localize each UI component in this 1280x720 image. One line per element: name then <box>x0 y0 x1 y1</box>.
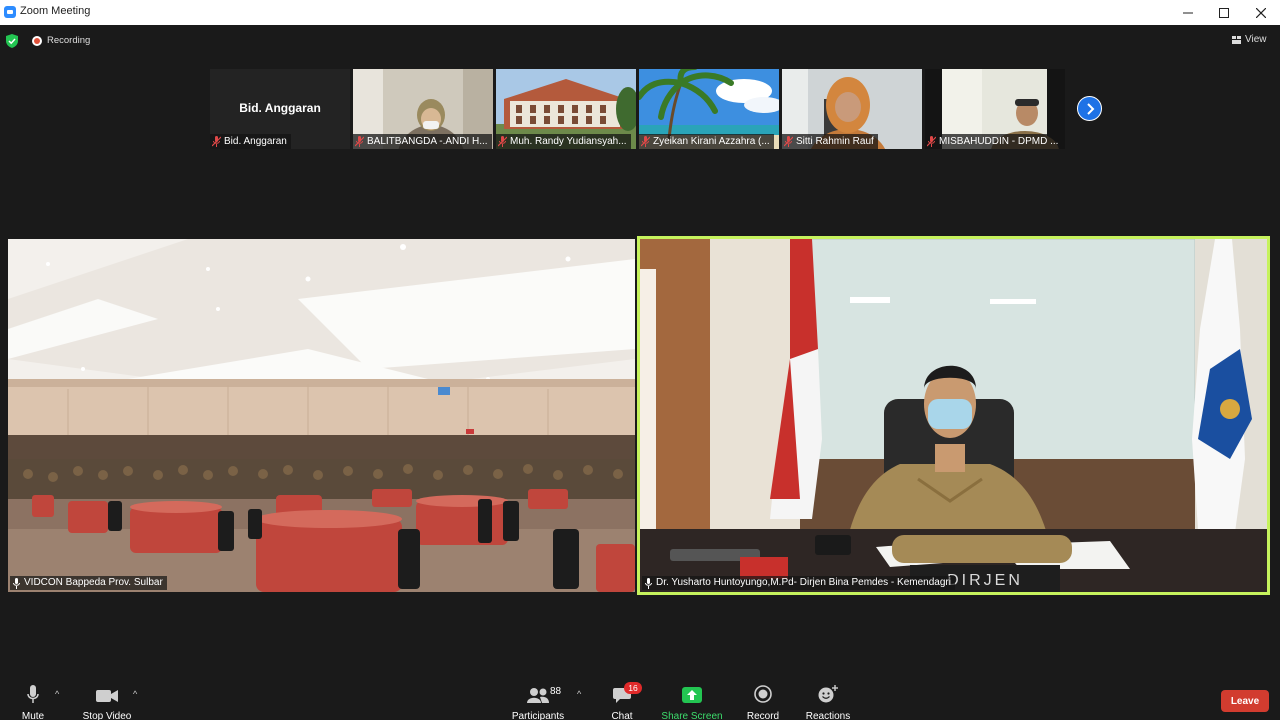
participant-name-label: Sitti Rahmin Rauf <box>782 134 878 149</box>
record-dot-icon <box>32 35 42 46</box>
video-options-caret[interactable]: ^ <box>133 689 137 699</box>
participant-display-name: Bid. Anggaran <box>239 101 321 115</box>
stop-video-label: Stop Video <box>82 711 132 720</box>
view-button[interactable]: View <box>1232 34 1267 45</box>
mic-icon <box>645 577 652 589</box>
window-title: Zoom Meeting <box>20 5 91 17</box>
zoom-app-icon <box>4 6 16 18</box>
encryption-shield-icon[interactable] <box>6 34 18 48</box>
muted-mic-icon <box>641 136 650 147</box>
share-screen-label: Share Screen <box>661 711 723 720</box>
record-icon <box>754 685 772 703</box>
record-label: Record <box>746 711 780 720</box>
participants-button[interactable]: Participants <box>510 677 566 720</box>
emoji-reaction-icon <box>818 685 838 703</box>
video-camera-icon <box>96 690 118 702</box>
participant-tile[interactable]: BALITBANGDA -.ANDI H... <box>353 69 493 149</box>
participant-name-label: BALITBANGDA -.ANDI H... <box>353 134 492 149</box>
reactions-button[interactable]: Reactions <box>805 677 851 720</box>
participant-name-label: VIDCON Bappeda Prov. Sulbar <box>10 576 167 590</box>
active-speaker-tile[interactable]: DIRJEN Dr. Yusharto Huntoyungo,M.Pd- Dir… <box>637 236 1270 595</box>
participant-name-label: Dr. Yusharto Huntoyungo,M.Pd- Dirjen Bin… <box>642 576 955 590</box>
mic-icon <box>13 577 20 589</box>
participant-name-label: Muh. Randy Yudiansyah... <box>496 134 631 149</box>
participant-video <box>8 239 635 592</box>
maximize-button[interactable] <box>1206 0 1242 25</box>
audio-options-caret[interactable]: ^ <box>55 689 59 699</box>
reactions-label: Reactions <box>805 711 851 720</box>
video-tile-left[interactable]: VIDCON Bappeda Prov. Sulbar <box>8 239 635 592</box>
zoom-meeting-window: Zoom Meeting Recording View Bid. Anggara… <box>0 0 1280 720</box>
microphone-icon <box>27 685 39 703</box>
minimize-icon <box>1183 12 1193 13</box>
mute-button[interactable]: Mute <box>18 677 48 720</box>
mute-label: Mute <box>21 711 45 720</box>
participant-name-label: Bid. Anggaran <box>210 134 291 149</box>
participants-count: 88 <box>550 686 562 697</box>
muted-mic-icon <box>927 136 936 147</box>
participant-video: DIRJEN <box>640 239 1267 592</box>
muted-mic-icon <box>355 136 364 147</box>
participants-label: Participants <box>511 711 565 720</box>
record-button[interactable]: Record <box>745 677 781 720</box>
recording-label: Recording <box>47 35 91 46</box>
participant-tile[interactable]: MISBAHUDDIN - DPMD ... <box>925 69 1065 149</box>
participant-tile[interactable]: Muh. Randy Yudiansyah... <box>496 69 636 149</box>
chevron-right-icon <box>1086 102 1094 115</box>
participant-tile[interactable]: Zyeikan Kirani Azzahra (... <box>639 69 779 149</box>
participant-name-label: Zyeikan Kirani Azzahra (... <box>639 134 774 149</box>
muted-mic-icon <box>784 136 793 147</box>
chat-label: Chat <box>611 711 633 720</box>
recording-indicator[interactable]: Recording <box>32 35 90 46</box>
title-bar: Zoom Meeting <box>0 0 1280 25</box>
participants-options-caret[interactable]: ^ <box>577 689 581 699</box>
muted-mic-icon <box>498 136 507 147</box>
participants-icon <box>527 688 549 703</box>
share-screen-icon <box>682 687 702 703</box>
grid-view-icon <box>1232 35 1241 44</box>
chat-unread-badge: 16 <box>624 682 642 694</box>
share-screen-button[interactable]: Share Screen <box>661 677 723 720</box>
view-label: View <box>1245 34 1267 45</box>
desk-nameplate: DIRJEN <box>947 572 1023 589</box>
leave-button[interactable]: Leave <box>1221 690 1269 712</box>
participant-tile[interactable]: Bid. Anggaran Bid. Anggaran <box>210 69 350 149</box>
muted-mic-icon <box>212 136 221 147</box>
stop-video-button[interactable]: Stop Video <box>80 677 134 720</box>
close-button[interactable] <box>1243 0 1279 25</box>
close-icon <box>1256 7 1266 18</box>
next-page-button[interactable] <box>1077 96 1102 121</box>
participant-tile[interactable]: Sitti Rahmin Rauf <box>782 69 922 149</box>
participant-name-label: MISBAHUDDIN - DPMD ... <box>925 134 1063 149</box>
maximize-icon <box>1219 7 1229 18</box>
minimize-button[interactable] <box>1170 0 1206 25</box>
